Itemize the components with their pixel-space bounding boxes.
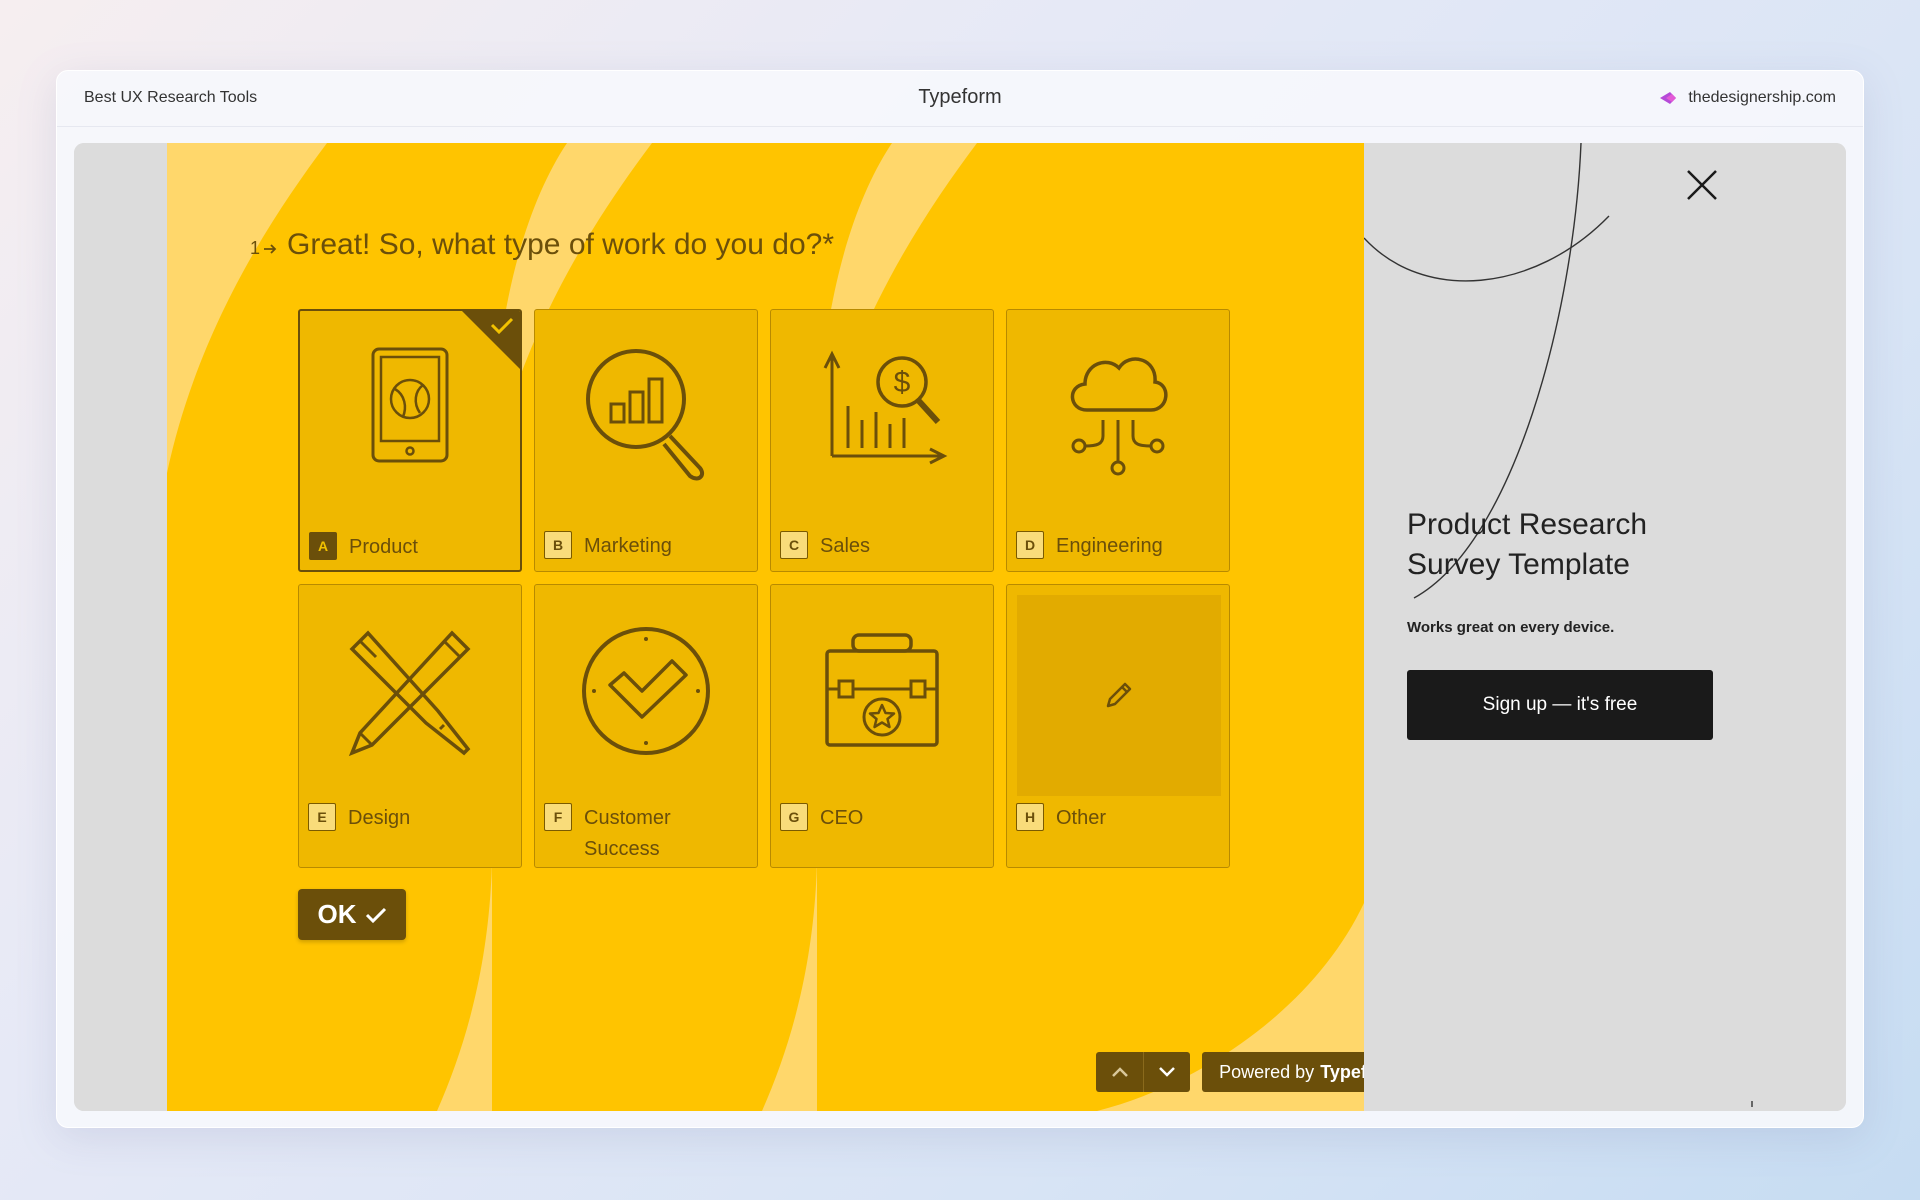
choice-other[interactable]: H Other [1006, 584, 1230, 868]
typeform-form: 1 Great! So, what type of work do you do… [167, 143, 1364, 1111]
site-credit[interactable]: thedesignership.com [1658, 89, 1836, 107]
cloud-network-icon [1007, 344, 1229, 484]
choice-label: Other [1056, 807, 1107, 829]
selected-check-icon [462, 311, 520, 369]
svg-text:$: $ [894, 366, 911, 399]
choice-key: C [780, 531, 808, 559]
page-title: Typeform [918, 86, 1002, 108]
choice-ceo[interactable]: G CEO [770, 584, 994, 868]
arrow-right-icon [264, 243, 277, 254]
pencil-pen-icon [299, 625, 521, 765]
designership-logo-icon [1660, 92, 1677, 104]
choice-label: Customer Success [584, 807, 671, 860]
choice-label: Sales [820, 535, 871, 557]
choice-marketing[interactable]: B Marketing [534, 309, 758, 572]
next-question-button[interactable] [1143, 1052, 1190, 1092]
choice-grid: A Product B Marketing $ C Sales D Engine… [298, 309, 1248, 868]
template-subtitle: Works great on every device. [1407, 619, 1615, 636]
choice-key: E [308, 803, 336, 831]
choice-product[interactable]: A Product [298, 309, 522, 572]
choice-label: Engineering [1056, 535, 1163, 557]
choice-design[interactable]: E Design [298, 584, 522, 868]
choice-label: Product [349, 536, 418, 558]
ok-label: OK [317, 899, 357, 929]
chevron-up-icon [1111, 1067, 1128, 1077]
browser-window: Best UX Research Tools Typeform thedesig… [56, 70, 1864, 1128]
magnifier-chart-icon [535, 344, 757, 484]
choice-sales[interactable]: $ C Sales [770, 309, 994, 572]
choice-key: A [309, 532, 337, 560]
previous-question-button[interactable] [1096, 1052, 1143, 1092]
choice-key: B [544, 531, 572, 559]
check-circle-icon [535, 625, 757, 765]
template-side-panel: Product Research Survey Template Works g… [1364, 143, 1846, 1111]
dollar-chart-icon: $ [771, 344, 993, 484]
template-title: Product Research Survey Template [1407, 508, 1648, 581]
choice-key: F [544, 803, 572, 831]
powered-brand: Typeform [1320, 1061, 1364, 1082]
topbar: Best UX Research Tools Typeform thedesig… [57, 71, 1863, 127]
chevron-down-icon [1159, 1067, 1175, 1077]
question-navigation [1096, 1052, 1190, 1092]
left-gutter [74, 143, 167, 1111]
choice-key: G [780, 803, 808, 831]
question-text: Great! So, what type of work do you do?* [287, 228, 834, 261]
choice-customer-success[interactable]: F Customer Success [534, 584, 758, 868]
site-link[interactable]: thedesignership.com [1688, 89, 1836, 107]
choice-key: H [1016, 803, 1044, 831]
signup-button[interactable]: Sign up — it's free [1407, 670, 1713, 740]
powered-prefix: Powered by [1219, 1061, 1315, 1082]
embed-frame: 1 Great! So, what type of work do you do… [74, 143, 1846, 1111]
close-icon[interactable] [1682, 165, 1722, 205]
ok-button[interactable]: OK [298, 889, 406, 940]
powered-by-typeform-badge[interactable]: Powered by Typeform [1202, 1052, 1364, 1092]
choice-label: Design [348, 807, 411, 829]
pencil-icon [1106, 682, 1132, 708]
briefcase-star-icon [771, 625, 993, 765]
choice-key: D [1016, 531, 1044, 559]
choice-label: CEO [820, 807, 864, 829]
check-icon [365, 907, 386, 923]
other-placeholder [1017, 595, 1221, 796]
choice-label: Marketing [584, 535, 672, 557]
question-number: 1 [250, 238, 277, 259]
question-heading: 1 Great! So, what type of work do you do… [250, 228, 834, 262]
choice-engineering[interactable]: D Engineering [1006, 309, 1230, 572]
